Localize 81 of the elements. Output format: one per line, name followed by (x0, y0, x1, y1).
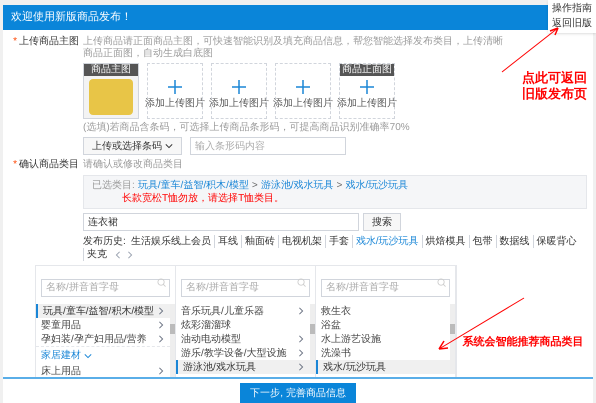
search-icon (157, 278, 166, 287)
plus-icon (296, 80, 310, 94)
scrollbar[interactable] (450, 304, 455, 374)
add-image-label: 添加上传图片 (337, 98, 397, 110)
annotation-text: 系统会智能推荐商品类目 (462, 335, 584, 349)
history-item[interactable]: 包带 (468, 235, 496, 248)
category-item[interactable]: 救生衣 (316, 304, 450, 318)
category-search-field[interactable]: 连衣裙 (83, 213, 359, 231)
history-item[interactable]: 夹克 (83, 248, 110, 261)
add-image-label: 添加上传图片 (273, 98, 333, 110)
category-item[interactable]: 炫彩溜溜球 (176, 318, 310, 332)
category-hint: 请确认或修改商品类目 (83, 159, 184, 171)
category-item[interactable]: 玩具/童车/益智/积木/模型 (36, 304, 170, 318)
chevron-right-icon (157, 367, 165, 375)
upload-tile[interactable]: 添加上传图片 (275, 63, 331, 119)
category-item[interactable]: 音乐玩具/儿童乐器 (176, 304, 310, 318)
add-image-label: 添加上传图片 (209, 98, 269, 110)
column-search-field[interactable]: 名称/拼音首字母 (321, 278, 450, 296)
upload-hint: 上传商品请正面商品主图，可快速智能识别及填充商品信息，帮您智能选择发布类目，上传清晰商品正面图，自动生成白底图 (83, 36, 503, 60)
column-search-field[interactable]: 名称/拼音首字母 (41, 278, 170, 296)
history-item[interactable]: 生活娱乐线上会员 (128, 235, 214, 248)
search-icon (437, 278, 446, 287)
category-path-link[interactable]: 戏水/玩沙玩具 (345, 179, 408, 192)
category-path-link[interactable]: 玩具/童车/益智/积木/模型 (138, 179, 249, 192)
path-separator: > (252, 179, 258, 192)
chevron-left-icon (114, 250, 122, 258)
plus-icon (168, 80, 182, 94)
menu-link[interactable]: 返回旧版 (552, 17, 592, 31)
next-step-button[interactable]: 下一步, 完善商品信息 (240, 383, 356, 403)
history-item[interactable]: 耳线 (214, 235, 241, 248)
category-item[interactable]: 浴盆 (316, 318, 450, 332)
search-icon (297, 278, 306, 287)
path-separator: > (336, 179, 342, 192)
history-item[interactable]: 烘焙模具 (422, 235, 469, 248)
plus-icon (232, 80, 246, 94)
category-item[interactable]: 游泳池/戏水玩具 (176, 360, 310, 374)
history-item[interactable]: 手套 (324, 235, 352, 248)
category-item[interactable]: 孕妇装/孕产妇用品/营养 (36, 332, 170, 346)
chevron-right-icon (297, 307, 305, 315)
history-item[interactable]: 保暖背心 (532, 235, 580, 248)
upload-tile[interactable]: 添加上传图片 (211, 63, 267, 119)
scrollbar[interactable] (170, 304, 175, 377)
category-item[interactable]: 婴童用品 (36, 318, 170, 332)
chevron-down-icon (84, 352, 92, 360)
image-tag: 商品主图 (84, 64, 138, 76)
add-image-label: 添加上传图片 (145, 98, 205, 110)
image-tag: 商品正面图 (340, 64, 394, 76)
field-label: 上传商品主图 (19, 36, 79, 49)
annotation-text: 点此可返回旧版发布页 (522, 70, 588, 102)
search-button[interactable]: 搜索 (363, 213, 401, 231)
header-title: 欢迎使用新版商品发布！ (11, 10, 132, 26)
required-mark: * (13, 159, 17, 172)
history-item[interactable]: 数据线 (496, 235, 533, 248)
field-label: 确认商品类目 (19, 159, 79, 172)
category-warning: 长款宽松T恤勿放，请选择T恤类目。 (121, 192, 286, 205)
history-item[interactable]: 电视机架 (278, 235, 325, 248)
scrollbar[interactable] (310, 304, 315, 374)
history-item[interactable]: 釉面砖 (240, 235, 278, 248)
plus-icon (360, 80, 374, 94)
required-mark: * (13, 36, 17, 49)
barcode-note: (选填)若商品含条码，可选择上传商品条形码，可提高商品识别准确率70% (83, 122, 411, 134)
category-item[interactable]: 洗澡书 (316, 346, 450, 360)
chevron-right-icon (126, 250, 134, 258)
chevron-down-icon (165, 142, 173, 150)
selected-category-label: 已选类目: (92, 179, 135, 192)
upload-tile[interactable]: 添加上传图片 (147, 63, 203, 119)
category-item[interactable]: 油动电动模型 (176, 332, 310, 346)
category-item[interactable]: 床上用品 (36, 364, 170, 377)
menu-link[interactable]: 操作指南 (552, 2, 592, 16)
upload-tile[interactable]: 商品正面图 添加上传图片 (339, 63, 395, 119)
photo-placeholder (89, 79, 133, 115)
history-label: 发布历史: (83, 235, 126, 248)
barcode-input[interactable]: 输入条形码内容 (190, 137, 346, 155)
uploaded-image-tile[interactable]: 商品主图 (83, 63, 139, 119)
category-item[interactable]: 水上游艺设施 (316, 332, 450, 346)
category-item[interactable]: 游乐/教学设备/大型设施 (176, 346, 310, 360)
history-item[interactable]: 戏水/玩沙玩具 (352, 235, 422, 248)
barcode-button[interactable]: 上传或选择条码 (83, 137, 182, 155)
category-item[interactable]: 戏水/玩沙玩具 (316, 360, 450, 374)
column-search-field[interactable]: 名称/拼音首字母 (181, 278, 310, 296)
category-path-link[interactable]: 游泳池/戏水玩具 (260, 179, 334, 192)
